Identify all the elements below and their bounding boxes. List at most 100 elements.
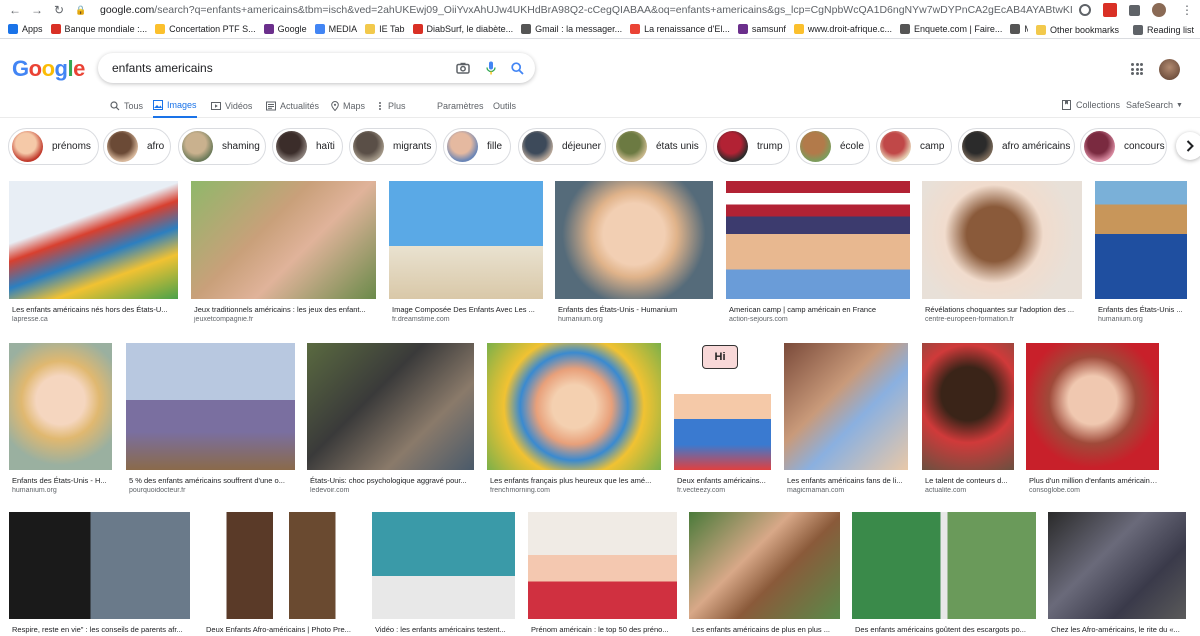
tab-news[interactable]: Actualités	[266, 94, 319, 118]
image-result-card[interactable]: Les enfants français plus heureux que le…	[487, 343, 661, 494]
result-thumbnail[interactable]	[372, 512, 515, 619]
result-thumbnail[interactable]	[191, 181, 376, 299]
bookmark-item[interactable]: Apps	[8, 24, 43, 34]
result-caption[interactable]: Révélations choquantes sur l'adoption de…	[922, 305, 1082, 314]
result-thumbnail[interactable]	[922, 181, 1082, 299]
result-thumbnail[interactable]	[9, 343, 112, 470]
reload-icon[interactable]: ↻	[52, 3, 66, 17]
image-result-card[interactable]: Vidéo : les enfants américains testent..…	[372, 512, 515, 634]
result-caption[interactable]: Vidéo : les enfants américains testent..…	[372, 625, 515, 634]
forward-arrow-icon[interactable]: →	[30, 3, 44, 17]
bookmark-item[interactable]: La renaissance d'El...	[630, 24, 730, 34]
result-source[interactable]: ledevoir.com	[307, 487, 474, 494]
result-caption[interactable]: Enfants des États-Unis - Humanium	[555, 305, 713, 314]
bookmark-item[interactable]: IE Tab	[365, 24, 405, 34]
image-result-card[interactable]: Les enfants américains nés hors des État…	[9, 181, 178, 323]
result-caption[interactable]: 5 % des enfants américains souffrent d'u…	[126, 476, 295, 485]
image-result-card[interactable]: Les enfants américains fans de li... magi…	[784, 343, 908, 494]
tab-videos[interactable]: Vidéos	[211, 94, 252, 118]
other-bookmarks[interactable]: Other bookmarks	[1035, 24, 1119, 35]
bookmark-item[interactable]: Google	[263, 24, 307, 34]
image-result-card[interactable]: Respire, reste en vie" : les conseils de…	[9, 512, 190, 634]
puzzle-extension-icon[interactable]	[1129, 4, 1140, 16]
bookmark-item[interactable]: MEDIA	[314, 24, 357, 34]
google-apps-icon[interactable]	[1131, 63, 1143, 75]
result-caption[interactable]: Plus d'un million d'enfants américains â…	[1026, 476, 1159, 485]
result-source[interactable]: humanium.org	[9, 487, 112, 494]
image-result-card[interactable]: Jeux traditionnels américains : les jeux…	[191, 181, 376, 323]
bookmark-item[interactable]: DiabSurf, le diabète...	[412, 24, 513, 34]
image-result-card[interactable]: 5 % des enfants américains souffrent d'u…	[126, 343, 295, 494]
result-caption[interactable]: Jeux traditionnels américains : les jeux…	[191, 305, 376, 314]
result-caption[interactable]: Deux Enfants Afro-américains | Photo Pre…	[203, 625, 359, 634]
image-result-card[interactable]: Enfants des États-Unis - Humanium humaniu…	[555, 181, 713, 323]
tab-all[interactable]: Tous	[110, 94, 143, 118]
image-result-card[interactable]: American camp | camp américain en France…	[726, 181, 910, 323]
result-caption[interactable]: Les enfants américains de plus en plus .…	[689, 625, 840, 634]
back-arrow-icon[interactable]: ←	[8, 3, 22, 17]
result-source[interactable]: fr.vecteezy.com	[674, 487, 771, 494]
result-thumbnail[interactable]	[1095, 181, 1187, 299]
result-source[interactable]: magicmaman.com	[784, 487, 908, 494]
reading-list[interactable]: Reading list	[1132, 24, 1194, 35]
result-thumbnail[interactable]	[126, 343, 295, 470]
chip-suggestion[interactable]: haïti	[272, 128, 343, 165]
menu-icon[interactable]: ⋮	[1180, 3, 1194, 17]
image-result-card[interactable]: Enfants des États-Unis - H... humanium.or…	[9, 343, 112, 494]
image-result-card[interactable]: Hi Deux enfants américains... fr.vecteezy.…	[674, 343, 771, 494]
result-caption[interactable]: Les enfants français plus heureux que le…	[487, 476, 661, 485]
bookmark-item[interactable]: Concertation PTF S...	[155, 24, 256, 34]
image-result-card[interactable]: Chez les Afro-américains, le rite du «..…	[1048, 512, 1186, 634]
chip-suggestion[interactable]: prénoms	[8, 128, 99, 165]
chip-suggestion[interactable]: états unis	[612, 128, 707, 165]
result-thumbnail[interactable]	[689, 512, 840, 619]
chip-suggestion[interactable]: école	[796, 128, 870, 165]
result-caption[interactable]: États-Unis: choc psychologique aggravé p…	[307, 476, 474, 485]
result-thumbnail[interactable]	[784, 343, 908, 470]
collections-button[interactable]: Collections	[1062, 94, 1120, 116]
result-source[interactable]: pourquoidocteur.fr	[126, 487, 295, 494]
chip-suggestion[interactable]: afro américains	[958, 128, 1075, 165]
result-caption[interactable]: Enfants des États-Unis - H...	[9, 476, 112, 485]
result-source[interactable]: humanium.org	[555, 316, 713, 323]
result-source[interactable]: lapresse.ca	[9, 316, 178, 323]
tab-more[interactable]: Plus	[376, 94, 406, 118]
result-source[interactable]: jeuxetcompagnie.fr	[191, 316, 376, 323]
result-thumbnail[interactable]	[1026, 343, 1159, 470]
result-caption[interactable]: Le talent de conteurs d...	[922, 476, 1014, 485]
bookmark-item[interactable]: samsunf	[737, 24, 786, 34]
result-thumbnail[interactable]	[203, 512, 359, 619]
image-result-card[interactable]: Enfants des États-Unis ... humanium.org	[1095, 181, 1187, 323]
tab-images[interactable]: Images	[153, 94, 197, 118]
result-thumbnail[interactable]	[852, 512, 1036, 619]
image-result-card[interactable]: Plus d'un million d'enfants américains â…	[1026, 343, 1159, 494]
image-result-card[interactable]: États-Unis: choc psychologique aggravé p…	[307, 343, 474, 494]
result-caption[interactable]: Enfants des États-Unis ...	[1095, 305, 1187, 314]
image-result-card[interactable]: Des enfants américains goûtent des escar…	[852, 512, 1036, 634]
chip-suggestion[interactable]: afro	[103, 128, 171, 165]
result-caption[interactable]: Des enfants américains goûtent des escar…	[852, 625, 1036, 634]
avatar[interactable]	[1159, 59, 1180, 80]
chip-suggestion[interactable]: trump	[713, 128, 790, 165]
image-result-card[interactable]: Les enfants américains de plus en plus .…	[689, 512, 840, 634]
chip-suggestion[interactable]: fille	[443, 128, 511, 165]
image-result-card[interactable]: Le talent de conteurs d... actualite.com	[922, 343, 1014, 494]
bookmark-item[interactable]: Enquete.com | Faire...	[899, 24, 1002, 34]
search-input[interactable]	[112, 61, 442, 75]
result-caption[interactable]: Image Composée Des Enfants Avec Les ...	[389, 305, 543, 314]
result-thumbnail[interactable]	[1048, 512, 1186, 619]
result-caption[interactable]: Les enfants américains nés hors des État…	[9, 305, 178, 314]
tools-link[interactable]: Outils	[493, 94, 516, 118]
result-caption[interactable]: Prénom américain : le top 50 des préno..…	[528, 625, 677, 634]
result-thumbnail[interactable]	[307, 343, 474, 470]
bookmark-item[interactable]: Banque mondiale :...	[50, 24, 147, 34]
chip-suggestion[interactable]: déjeuner	[518, 128, 606, 165]
result-thumbnail[interactable]	[528, 512, 677, 619]
result-source[interactable]: consoglobe.com	[1026, 487, 1159, 494]
result-source[interactable]: centre-europeen-formation.fr	[922, 316, 1082, 323]
microphone-icon[interactable]	[483, 60, 499, 76]
result-source[interactable]: frenchmorning.com	[487, 487, 661, 494]
result-thumbnail[interactable]	[389, 181, 543, 299]
chip-suggestion[interactable]: shaming	[178, 128, 266, 165]
image-result-card[interactable]: Prénom américain : le top 50 des préno..…	[528, 512, 677, 634]
